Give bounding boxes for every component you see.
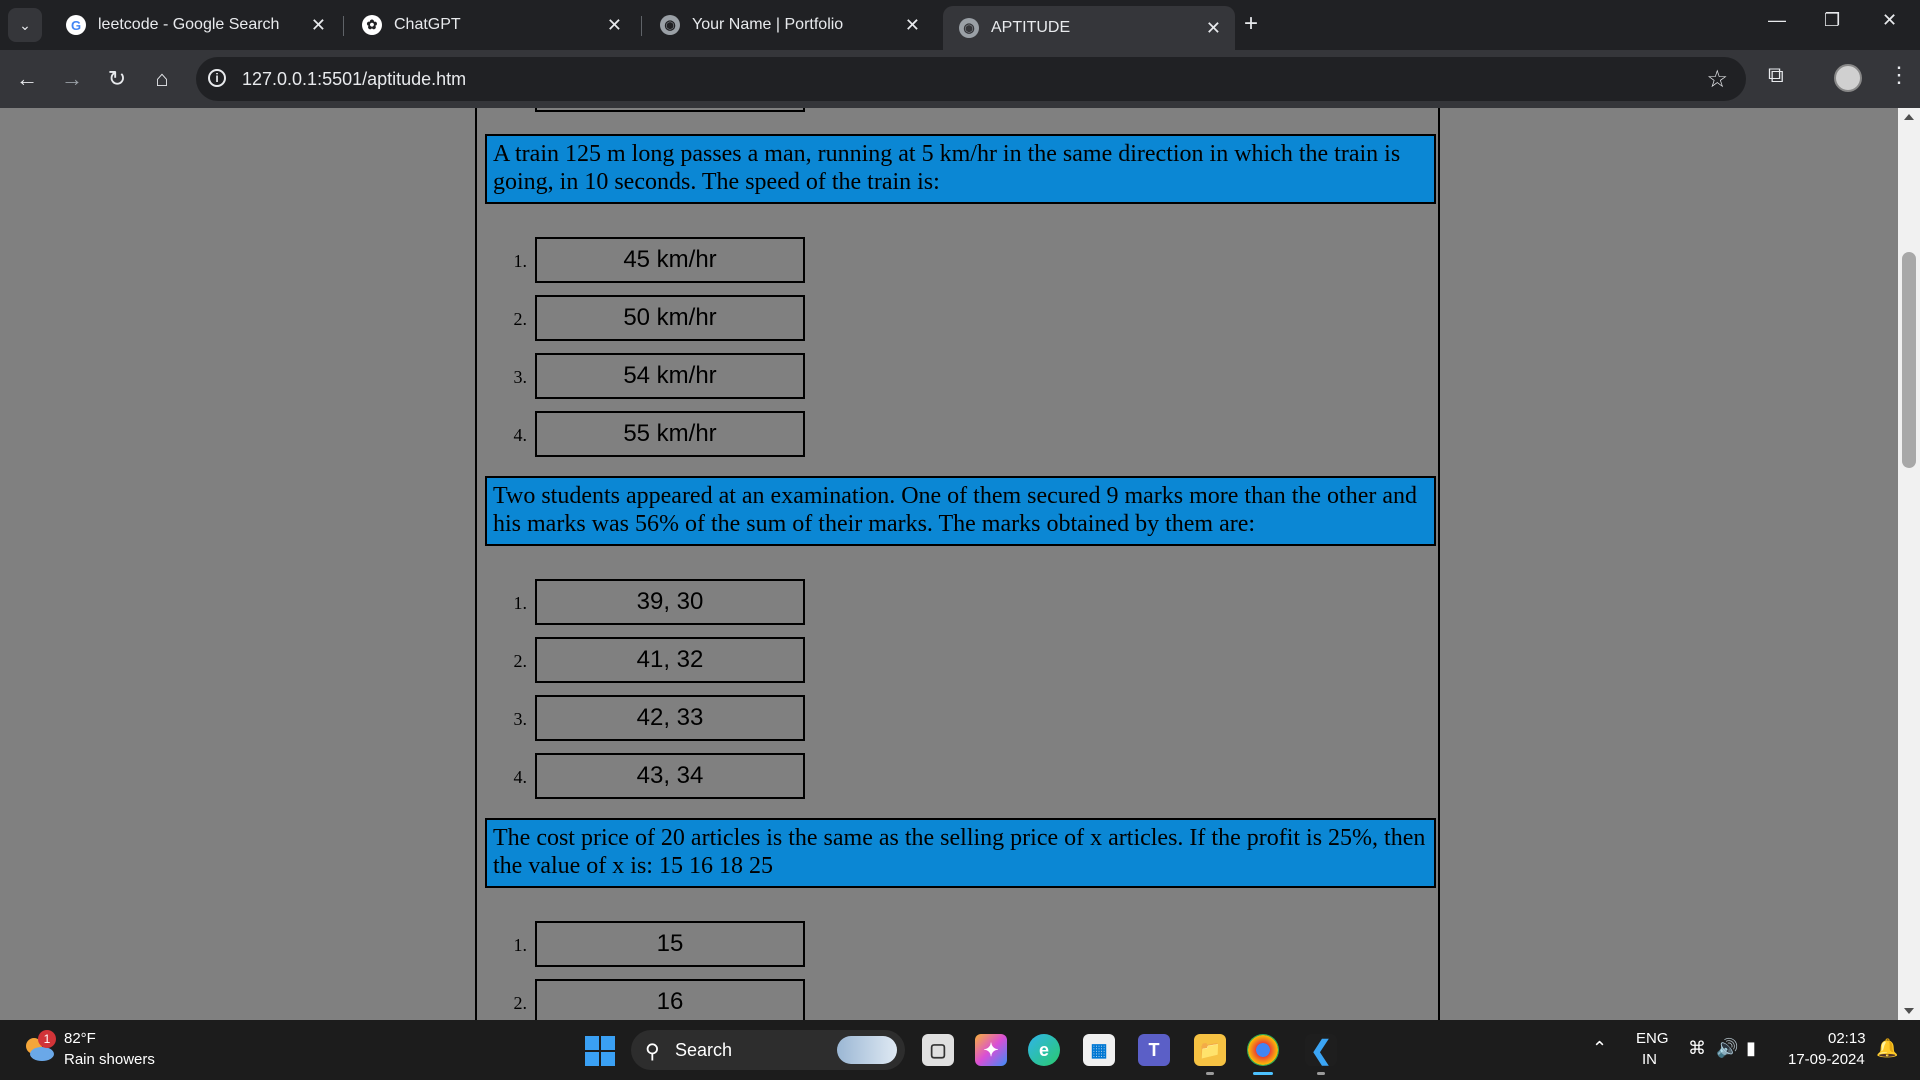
- extensions-icon[interactable]: ⧉: [1768, 62, 1784, 88]
- close-icon[interactable]: ✕: [905, 15, 920, 36]
- tab-title: Your Name | Portfolio: [692, 16, 844, 33]
- option-number: 1.: [513, 935, 528, 955]
- wifi-icon[interactable]: ⌘: [1688, 1038, 1706, 1059]
- option-number: 2.: [513, 651, 528, 671]
- menu-kebab-icon[interactable]: ⋮: [1888, 62, 1910, 88]
- weather-alert-badge: 1: [38, 1030, 56, 1048]
- option-number: 2.: [513, 309, 528, 329]
- close-icon[interactable]: ✕: [607, 15, 622, 36]
- restore-icon[interactable]: ❐: [1824, 10, 1840, 31]
- globe-icon: ◉: [660, 15, 680, 35]
- file-explorer-icon[interactable]: 📁: [1194, 1034, 1226, 1066]
- search-highlight-image: [837, 1036, 897, 1064]
- option-number: 4.: [513, 425, 528, 445]
- option-number: 3.: [513, 709, 528, 729]
- scrollbar-thumb[interactable]: [1902, 252, 1916, 468]
- weather-temperature[interactable]: 82°F: [64, 1030, 96, 1047]
- browser-toolbar: ← → ↻ ⌂ i 127.0.0.1:5501/aptitude.htm ☆ …: [0, 50, 1920, 108]
- close-icon[interactable]: ✕: [311, 15, 326, 36]
- scroll-up-arrow-icon[interactable]: [1904, 114, 1914, 120]
- search-icon: ⚲: [645, 1041, 660, 1063]
- notification-bell-icon[interactable]: 🔔: [1876, 1038, 1898, 1059]
- weather-description[interactable]: Rain showers: [64, 1051, 155, 1068]
- tab-search-button[interactable]: ⌄: [8, 8, 42, 42]
- option-number: 1.: [513, 593, 528, 613]
- option-number: 3.: [513, 367, 528, 387]
- url-text[interactable]: 127.0.0.1:5501/aptitude.htm: [242, 69, 466, 90]
- active-indicator: [1253, 1072, 1273, 1075]
- close-icon[interactable]: ✕: [1206, 18, 1221, 39]
- language-indicator[interactable]: ENG: [1636, 1030, 1669, 1047]
- clock-time[interactable]: 02:13: [1828, 1030, 1866, 1047]
- running-indicator: [1317, 1072, 1325, 1075]
- site-info-icon[interactable]: i: [208, 69, 226, 87]
- option-button[interactable]: 45 km/hr: [535, 237, 805, 283]
- chevron-up-icon[interactable]: ⌃: [1592, 1038, 1607, 1059]
- option-button[interactable]: 55 km/hr: [535, 411, 805, 457]
- option-button[interactable]: 15: [535, 921, 805, 967]
- forward-arrow-icon[interactable]: →: [55, 62, 89, 96]
- tab-aptitude[interactable]: ◉ APTITUDE ✕: [943, 6, 1235, 50]
- task-view-icon[interactable]: ▢: [922, 1034, 954, 1066]
- question-3: The cost price of 20 articles is the sam…: [485, 818, 1436, 888]
- tab-title: APTITUDE: [991, 19, 1071, 36]
- page-scrollbar[interactable]: [1898, 108, 1920, 1020]
- clock-date[interactable]: 17-09-2024: [1788, 1051, 1865, 1068]
- quiz-container: A train 125 m long passes a man, running…: [475, 108, 1440, 1020]
- tab-title: leetcode - Google Search: [98, 16, 280, 33]
- battery-icon[interactable]: ▮: [1746, 1038, 1756, 1059]
- option-number: 4.: [513, 767, 528, 787]
- windows-start-icon[interactable]: [585, 1036, 615, 1066]
- question-2: Two students appeared at an examination.…: [485, 476, 1436, 546]
- tab-title: ChatGPT: [394, 16, 461, 33]
- home-icon[interactable]: ⌂: [145, 62, 179, 96]
- option-button[interactable]: 50 km/hr: [535, 295, 805, 341]
- profile-avatar[interactable]: [1834, 64, 1862, 92]
- new-tab-plus-icon[interactable]: +: [1244, 10, 1258, 38]
- vscode-icon[interactable]: ❮: [1305, 1034, 1337, 1066]
- minimize-icon[interactable]: —: [1768, 10, 1786, 31]
- option-button[interactable]: 39, 30: [535, 579, 805, 625]
- reload-icon[interactable]: ↻: [100, 62, 134, 96]
- back-arrow-icon[interactable]: ←: [10, 62, 44, 96]
- teams-icon[interactable]: T: [1138, 1034, 1170, 1066]
- option-button[interactable]: 41, 32: [535, 637, 805, 683]
- chatgpt-icon: ✿: [362, 15, 382, 35]
- previous-option-box[interactable]: [535, 108, 805, 112]
- tab-divider: [641, 16, 642, 36]
- bookmark-star-icon[interactable]: ☆: [1706, 65, 1728, 94]
- taskbar-search[interactable]: ⚲ Search: [631, 1030, 905, 1070]
- tab-portfolio[interactable]: ◉ Your Name | Portfolio ✕: [644, 8, 934, 42]
- page-viewport: A train 125 m long passes a man, running…: [0, 108, 1898, 1020]
- window-close-icon[interactable]: ✕: [1882, 10, 1897, 31]
- microsoft-store-icon[interactable]: ▦: [1083, 1034, 1115, 1066]
- tab-bar: ⌄ G leetcode - Google Search ✕ ✿ ChatGPT…: [0, 0, 1920, 50]
- question-1: A train 125 m long passes a man, running…: [485, 134, 1436, 204]
- copilot-icon[interactable]: ✦: [975, 1034, 1007, 1066]
- option-number: 1.: [513, 251, 528, 271]
- tab-chatgpt[interactable]: ✿ ChatGPT ✕: [346, 8, 636, 42]
- option-button[interactable]: 16: [535, 979, 805, 1020]
- option-button[interactable]: 42, 33: [535, 695, 805, 741]
- option-number: 2.: [513, 993, 528, 1013]
- region-indicator[interactable]: IN: [1642, 1051, 1657, 1068]
- google-icon: G: [66, 15, 86, 35]
- address-bar[interactable]: i 127.0.0.1:5501/aptitude.htm ☆: [196, 57, 1746, 101]
- scroll-down-arrow-icon[interactable]: [1904, 1008, 1914, 1014]
- search-label: Search: [675, 1040, 733, 1060]
- chevron-down-icon: ⌄: [19, 16, 31, 33]
- option-button[interactable]: 54 km/hr: [535, 353, 805, 399]
- tab-leetcode-search[interactable]: G leetcode - Google Search ✕: [50, 8, 340, 42]
- windows-taskbar: 1 82°F Rain showers ⚲ Search ▢ ✦ e ▦ T 📁…: [0, 1020, 1920, 1080]
- tab-divider: [343, 16, 344, 36]
- option-button[interactable]: 43, 34: [535, 753, 805, 799]
- edge-icon[interactable]: e: [1028, 1034, 1060, 1066]
- globe-icon: ◉: [959, 18, 979, 38]
- chrome-icon[interactable]: [1247, 1034, 1279, 1066]
- volume-icon[interactable]: 🔊: [1716, 1038, 1738, 1059]
- running-indicator: [1206, 1072, 1214, 1075]
